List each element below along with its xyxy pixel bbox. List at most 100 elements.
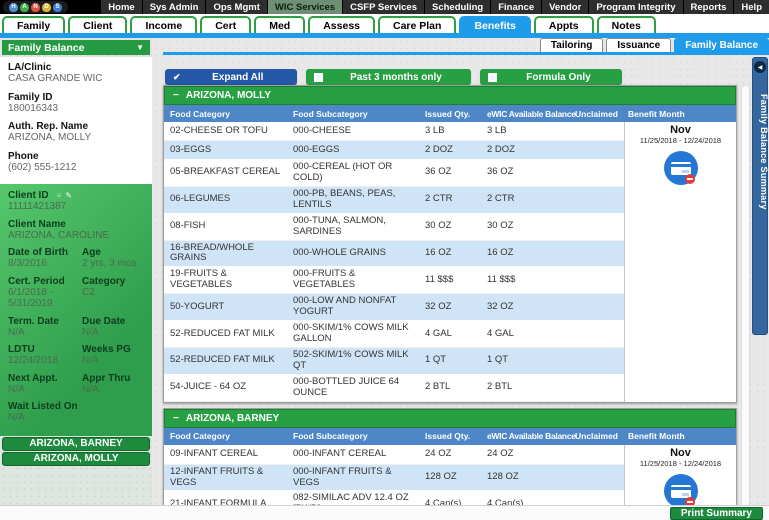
cell-food-subcategory: 000-INFANT FRUITS & VEGS [289, 465, 421, 491]
column-header-unclaimed: Unclaimed [571, 109, 624, 119]
cell-food-category: 02-CHEESE OR TOFU [164, 124, 289, 139]
nav-item-scheduling[interactable]: Scheduling [425, 0, 490, 14]
table-row[interactable]: 08-FISH000-TUNA, SALMON, SARDINES30 OZ30… [164, 214, 624, 241]
cell-unclaimed [571, 305, 624, 309]
field-label: Date of Birth [8, 247, 76, 258]
hand-letter-icon: H [9, 3, 18, 12]
field-label: Client Name [8, 219, 148, 230]
tab-cert[interactable]: Cert [200, 16, 251, 34]
cell-food-subcategory: 000-PB, BEANS, PEAS, LENTILS [289, 187, 421, 213]
nav-item-help[interactable]: Help [734, 0, 769, 14]
section-header[interactable]: −ARIZONA, BARNEY [164, 409, 736, 428]
past-3-months-toggle[interactable]: Past 3 months only [306, 69, 471, 85]
column-header-food-subcategory: Food Subcategory [289, 109, 421, 119]
nav-item-wic-services[interactable]: WIC Services [268, 0, 342, 14]
field-client-name: Client NameARIZONA, CAROLINE [8, 219, 152, 242]
table-row[interactable]: 05-BREAKFAST CEREAL000-CEREAL (HOT OR CO… [164, 160, 624, 187]
field-label: Category [82, 276, 148, 287]
tab-assess[interactable]: Assess [308, 16, 375, 34]
ewic-card-icon[interactable] [664, 151, 698, 185]
table-row[interactable]: 54-JUICE - 64 OZ000-BOTTLED JUICE 64 OUN… [164, 375, 624, 402]
client-info-panel: Client ID≡✎11111421387Client NameARIZONA… [0, 184, 152, 436]
tab-client[interactable]: Client [68, 16, 127, 34]
table-header-row: Food CategoryFood SubcategoryIssued Qty.… [164, 428, 736, 445]
sidebar: Family Balance ▼ LA/ClinicCASA GRANDE WI… [0, 38, 152, 520]
expand-all-label: Expand All [187, 72, 289, 83]
table-row[interactable]: 52-REDUCED FAT MILK000-SKIM/1% COWS MILK… [164, 321, 624, 348]
member-button-arizona-barney[interactable]: ARIZONA, BARNEY [2, 437, 150, 451]
subtab-issuance[interactable]: Issuance [606, 38, 671, 53]
tab-benefits[interactable]: Benefits [459, 16, 530, 34]
main-content: TailoringIssuanceFamily Balance ✔ Expand… [152, 38, 769, 520]
benefit-month-cell: Nov11/25/2018 - 12/24/2018 [624, 122, 736, 402]
field-value: 12/24/2018 [8, 355, 76, 367]
formula-only-toggle[interactable]: Formula Only [480, 69, 622, 85]
sidebar-header-family-balance[interactable]: Family Balance ▼ [2, 40, 150, 55]
table-row[interactable]: 09-INFANT CEREAL000-INFANT CEREAL24 OZ24… [164, 445, 624, 465]
edit-icon[interactable]: ✎ [65, 191, 72, 200]
field-wait-listed-on: Wait Listed OnN/A [8, 401, 152, 424]
table-row[interactable]: 02-CHEESE OR TOFU000-CHEESE3 LB3 LB [164, 122, 624, 141]
balance-sections: −ARIZONA, MOLLY Food CategoryFood Subcate… [163, 85, 737, 520]
cell-unclaimed [571, 251, 624, 255]
field-appr-thru: Appr ThruN/A [82, 373, 152, 396]
hands-logo-icon: HANDS [3, 1, 68, 13]
collapse-arrow-icon[interactable]: ◀ [754, 61, 766, 73]
cell-food-category: 08-FISH [164, 219, 289, 234]
subtab-tailoring[interactable]: Tailoring [540, 38, 603, 53]
nav-item-vendor[interactable]: Vendor [542, 0, 588, 14]
section-header[interactable]: −ARIZONA, MOLLY [164, 86, 736, 105]
table-row[interactable]: 16-BREAD/WHOLE GRAINS000-WHOLE GRAINS16 … [164, 241, 624, 268]
table-row[interactable]: 12-INFANT FRUITS & VEGS000-INFANT FRUITS… [164, 465, 624, 492]
collapse-minus-icon: − [173, 413, 179, 424]
table-row[interactable]: 50-YOGURT000-LOW AND NONFAT YOGURT32 OZ3… [164, 294, 624, 321]
cell-issued-qty: 2 CTR [421, 192, 483, 207]
expand-all-button[interactable]: ✔ Expand All [165, 69, 297, 85]
tab-med[interactable]: Med [254, 16, 305, 34]
column-header-food-subcategory: Food Subcategory [289, 431, 421, 441]
column-header-issued-qty: Issued Qty. [421, 431, 483, 441]
field-age: Age2 yrs, 3 mos [82, 247, 152, 270]
nav-item-reports[interactable]: Reports [684, 0, 734, 14]
print-summary-button[interactable]: Print Summary [670, 507, 763, 520]
cell-issued-qty: 128 OZ [421, 470, 483, 485]
tab-family[interactable]: Family [2, 16, 65, 34]
table-row[interactable]: 19-FRUITS & VEGETABLES000-FRUITS & VEGET… [164, 267, 624, 294]
ewic-card-icon[interactable] [664, 474, 698, 508]
field-label: Client ID≡✎ [8, 190, 148, 201]
cell-food-subcategory: 000-SKIM/1% COWS MILK GALLON [289, 321, 421, 347]
table-row[interactable]: 52-REDUCED FAT MILK502-SKIM/1% COWS MILK… [164, 348, 624, 375]
nav-item-program-integrity[interactable]: Program Integrity [589, 0, 682, 14]
field-label: Due Date [82, 316, 148, 327]
vertical-scrollbar[interactable] [741, 85, 750, 520]
list-icon[interactable]: ≡ [57, 191, 62, 200]
table-row[interactable]: 03-EGGS000-EGGS2 DOZ2 DOZ [164, 141, 624, 160]
tab-income[interactable]: Income [130, 16, 197, 34]
cell-ewic-balance: 1 QT [483, 353, 571, 368]
field-value: N/A [8, 384, 76, 396]
tab-care-plan[interactable]: Care Plan [378, 16, 456, 34]
nav-item-home[interactable]: Home [101, 0, 141, 14]
field-value: C2 [82, 287, 148, 299]
nav-item-finance[interactable]: Finance [491, 0, 541, 14]
tab-notes[interactable]: Notes [597, 16, 656, 34]
member-button-arizona-molly[interactable]: ARIZONA, MOLLY [2, 452, 150, 466]
subtab-family-balance[interactable]: Family Balance [674, 38, 769, 53]
cell-food-category: 16-BREAD/WHOLE GRAINS [164, 241, 289, 267]
cell-food-subcategory: 000-WHOLE GRAINS [289, 246, 421, 261]
table-row[interactable]: 06-LEGUMES000-PB, BEANS, PEAS, LENTILS2 … [164, 187, 624, 214]
field-next-appt: Next Appt.N/A [8, 373, 80, 396]
nav-item-sys-admin[interactable]: Sys Admin [143, 0, 206, 14]
cell-unclaimed [571, 225, 624, 229]
field-weeks-pg: Weeks PGN/A [82, 344, 152, 367]
nav-item-csfp-services[interactable]: CSFP Services [343, 0, 424, 14]
family-balance-summary-label: Family Balance Summary [753, 94, 769, 210]
chevron-down-icon: ▼ [136, 43, 144, 52]
subtab-underline [163, 52, 769, 55]
toolbar: ✔ Expand All Past 3 months only Formula … [165, 69, 622, 85]
nav-item-ops-mgmt[interactable]: Ops Mgmt [206, 0, 266, 14]
family-balance-summary-tab[interactable]: ◀ Family Balance Summary [752, 57, 768, 335]
tab-appts[interactable]: Appts [534, 16, 594, 34]
family-member-list: ARIZONA, BARNEYARIZONA, MOLLY [0, 436, 152, 468]
sub-tab-row: TailoringIssuanceFamily Balance [540, 38, 769, 53]
